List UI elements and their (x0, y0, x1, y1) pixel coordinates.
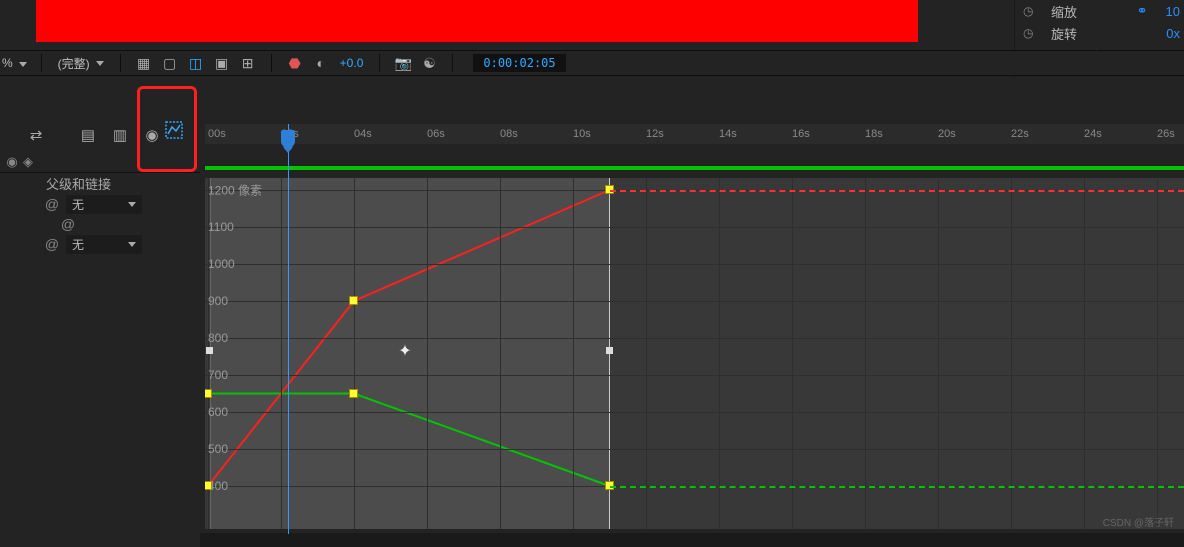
frame-blend-icon[interactable]: ▤ (76, 123, 100, 147)
pickwhip-icon[interactable]: @ (60, 216, 76, 232)
graph-editor[interactable]: 400500600700800900100011001200 像素✦ (205, 178, 1184, 529)
layer-outline-column: ◉ ◈ 父级和链接 @ 无 @ @ 无 (0, 152, 200, 254)
keyframe[interactable] (349, 296, 358, 305)
playhead-indicator[interactable] (281, 130, 295, 148)
bottom-scrollbar[interactable] (200, 533, 1184, 547)
graph-curves (205, 178, 1184, 529)
watermark: CSDN @落子轩 (1103, 514, 1174, 529)
parent-link-header: 父级和链接 (0, 172, 200, 194)
keyframe[interactable] (349, 389, 358, 398)
layer-row[interactable]: @ 无 (0, 234, 200, 254)
keyframe[interactable] (205, 389, 212, 398)
3d-cube-icon[interactable]: ◈ (20, 154, 36, 170)
property-label: 缩放 (1051, 2, 1123, 21)
snapshot-icon[interactable]: 📷 (393, 53, 413, 73)
property-value[interactable]: 10 (1166, 4, 1180, 19)
shy-icon[interactable]: ⇄ (24, 123, 48, 147)
work-area-bar[interactable] (205, 166, 1184, 170)
toggle-transparency-grid-icon[interactable]: ▦ (134, 53, 154, 73)
eye-icon[interactable]: ◉ (4, 154, 20, 170)
stopwatch-icon[interactable]: ◷ (1023, 4, 1037, 18)
region-handle[interactable] (606, 347, 613, 354)
region-handle[interactable] (206, 347, 213, 354)
exposure-icon[interactable]: ◐ (311, 53, 331, 73)
zoom-percent-dropdown[interactable]: % (2, 56, 27, 70)
property-row-scale[interactable]: ◷ 缩放 ⚭ 10 (1015, 0, 1184, 22)
playhead-line (288, 124, 289, 534)
share-icon[interactable]: ☯ (419, 53, 439, 73)
keyframe[interactable] (205, 481, 212, 490)
parent-dropdown[interactable]: 无 (66, 195, 142, 214)
property-value[interactable]: 0x (1166, 26, 1180, 41)
property-row-rotation[interactable]: ◷ 旋转 0x (1015, 22, 1184, 44)
property-label: 旋转 (1051, 24, 1152, 43)
current-timecode[interactable]: 0:00:02:05 (473, 54, 565, 72)
layer-row[interactable]: @ (0, 214, 200, 234)
toggle-pixel-aspect-icon[interactable]: ▣ (212, 53, 232, 73)
parent-dropdown[interactable]: 无 (66, 235, 142, 254)
motion-blur-icon[interactable]: ▥ (108, 123, 132, 147)
exposure-value[interactable]: +0.0 (340, 56, 364, 70)
region-of-interest-icon[interactable]: ◫ (186, 53, 206, 73)
layer-row[interactable]: @ 无 (0, 194, 200, 214)
stopwatch-icon[interactable]: ◷ (1023, 26, 1037, 40)
composition-preview (36, 0, 918, 42)
pickwhip-icon[interactable]: @ (44, 236, 60, 252)
resolution-dropdown[interactable]: (完整) (52, 53, 110, 74)
link-icon[interactable]: ⚭ (1137, 3, 1148, 19)
toggle-mask-icon[interactable]: ▢ (160, 53, 180, 73)
color-management-icon[interactable]: ⬣ (285, 53, 305, 73)
time-ruler[interactable]: 00s02s04s06s08s10s12s14s16s18s20s22s24s2… (205, 124, 1184, 144)
grid-guides-icon[interactable]: ⊞ (238, 53, 258, 73)
graph-editor-button[interactable] (162, 118, 186, 142)
viewer-toolbar: % (完整) ▦ ▢ ◫ ▣ ⊞ ⬣ ◐ +0.0 📷 ☯ 0:00:02:05 (0, 50, 1184, 76)
pickwhip-icon[interactable]: @ (44, 196, 60, 212)
